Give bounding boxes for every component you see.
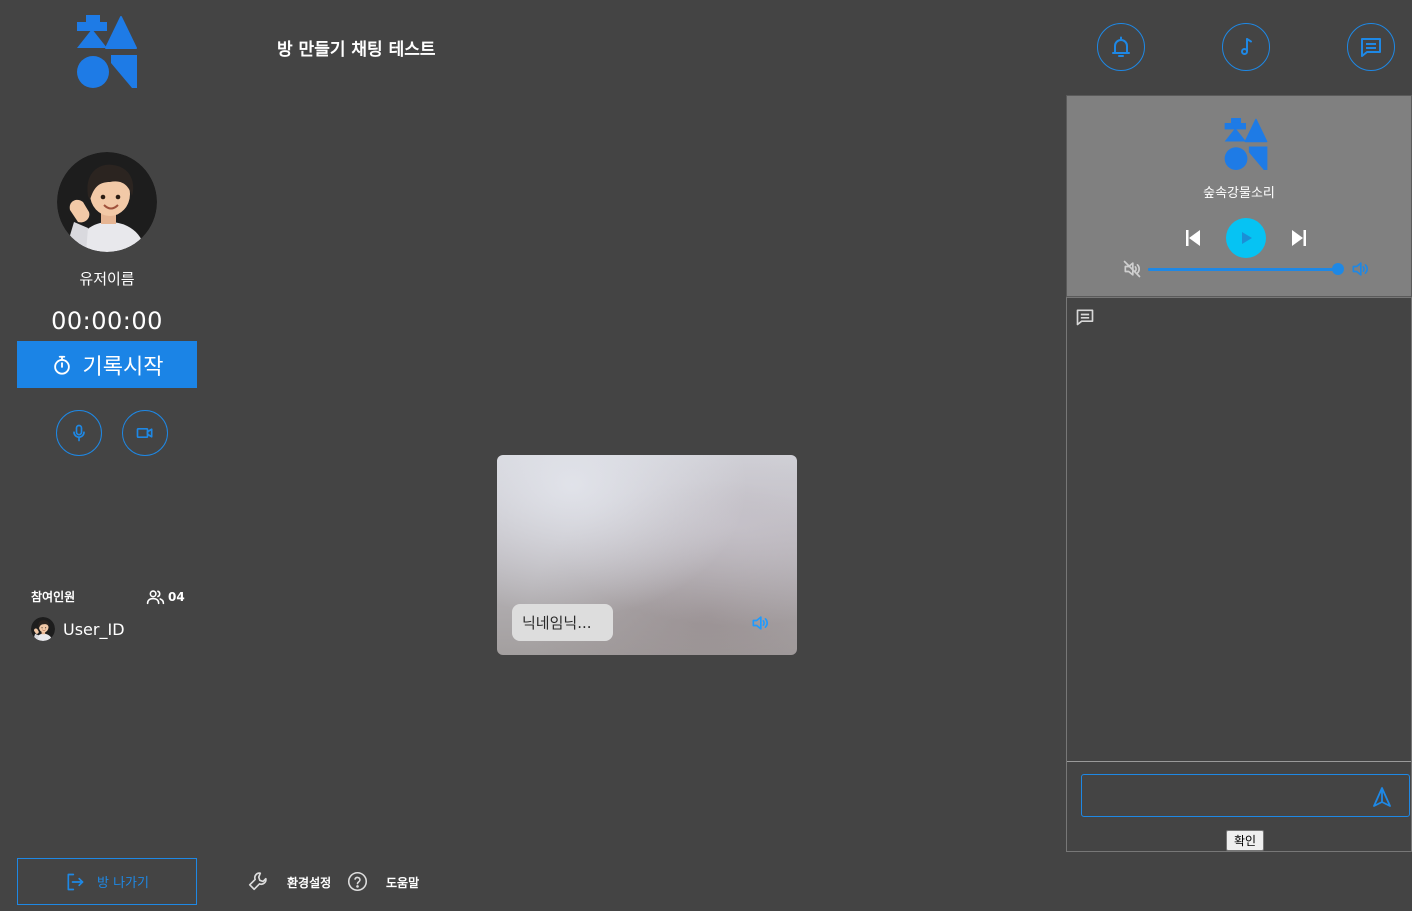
mic-icon bbox=[69, 423, 89, 443]
notification-button[interactable] bbox=[1097, 23, 1145, 71]
record-timer: 00:00:00 bbox=[51, 307, 163, 335]
chat-input[interactable] bbox=[1082, 775, 1362, 816]
people-icon bbox=[146, 589, 165, 605]
bell-icon bbox=[1109, 35, 1133, 59]
record-start-button[interactable]: 기록시작 bbox=[17, 341, 197, 388]
music-player: 숲속강물소리 bbox=[1066, 95, 1412, 297]
participant-name: User_ID bbox=[63, 619, 125, 639]
chat-icon bbox=[1359, 35, 1383, 59]
wrench-icon[interactable] bbox=[247, 870, 269, 892]
music-button[interactable] bbox=[1222, 23, 1270, 71]
confirm-button[interactable]: 확인 bbox=[1226, 830, 1264, 851]
volume-up-icon bbox=[1350, 259, 1370, 279]
previous-track-button[interactable] bbox=[1183, 228, 1203, 248]
music-note-icon bbox=[1234, 35, 1258, 59]
next-track-button[interactable] bbox=[1289, 228, 1309, 248]
volume-slider-knob[interactable] bbox=[1332, 263, 1344, 275]
username: 유저이름 bbox=[79, 270, 135, 288]
mic-button[interactable] bbox=[56, 410, 102, 456]
track-title: 숲속강물소리 bbox=[1203, 186, 1275, 201]
camera-button[interactable] bbox=[122, 410, 168, 456]
speaker-icon[interactable] bbox=[750, 613, 770, 633]
chat-input-box[interactable] bbox=[1081, 774, 1410, 817]
participants-count-value: 04 bbox=[168, 590, 185, 604]
settings-label[interactable]: 환경설정 bbox=[287, 874, 331, 891]
exit-icon bbox=[65, 872, 85, 892]
volume-max-button[interactable] bbox=[1350, 259, 1370, 279]
mute-button[interactable] bbox=[1122, 259, 1142, 279]
volume-mute-icon bbox=[1122, 259, 1142, 279]
participants-count: 04 bbox=[146, 589, 185, 605]
profile-avatar bbox=[57, 152, 157, 252]
video-tile[interactable]: 닉네임닉... bbox=[497, 455, 797, 655]
next-icon bbox=[1289, 228, 1309, 248]
previous-icon bbox=[1183, 228, 1203, 248]
question-circle-icon[interactable] bbox=[347, 871, 368, 892]
volume-slider-fill bbox=[1148, 268, 1338, 271]
music-logo bbox=[1223, 118, 1269, 170]
room-title: 방 만들기 채팅 테스트 bbox=[277, 40, 436, 60]
app-logo[interactable] bbox=[77, 15, 137, 88]
chat-panel: 확인 bbox=[1066, 297, 1412, 852]
participant-avatar bbox=[31, 617, 55, 641]
video-nickname: 닉네임닉... bbox=[512, 604, 613, 641]
participants-label: 참여인원 bbox=[31, 590, 76, 604]
camera-icon bbox=[135, 423, 155, 443]
leave-room-label: 방 나가기 bbox=[97, 876, 149, 891]
participant-item[interactable]: User_ID bbox=[31, 617, 125, 641]
chat-toggle-button[interactable] bbox=[1347, 23, 1395, 71]
send-icon[interactable] bbox=[1372, 786, 1392, 808]
leave-room-button[interactable]: 방 나가기 bbox=[17, 858, 197, 905]
play-icon bbox=[1239, 231, 1253, 245]
volume-slider[interactable] bbox=[1148, 263, 1344, 275]
help-label[interactable]: 도움말 bbox=[386, 874, 419, 891]
chat-divider bbox=[1067, 761, 1411, 762]
stopwatch-icon bbox=[51, 354, 73, 376]
play-button[interactable] bbox=[1226, 218, 1266, 258]
chat-panel-icon bbox=[1075, 307, 1095, 327]
record-start-label: 기록시작 bbox=[82, 354, 164, 380]
